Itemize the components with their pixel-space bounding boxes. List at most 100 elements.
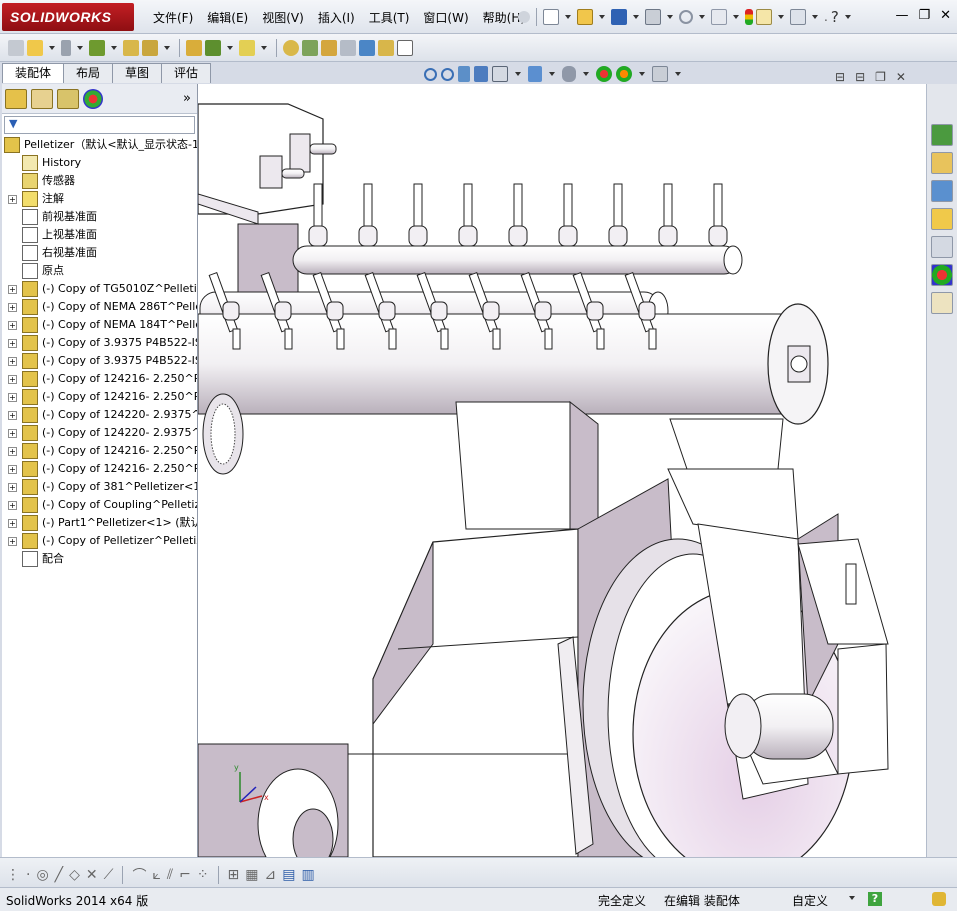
expand-icon[interactable]: + (8, 357, 17, 366)
filter-field[interactable]: ▼ (4, 116, 195, 134)
zoom-to-area-icon[interactable] (441, 67, 454, 81)
reference-geometry-icon[interactable] (239, 40, 255, 56)
rebuild-icon[interactable] (745, 9, 753, 25)
tab-assembly[interactable]: 装配体 (2, 63, 65, 83)
menu-window[interactable]: 窗口(W) (416, 9, 475, 27)
menu-view[interactable]: 视图(V) (255, 9, 311, 27)
expand-panel-icon[interactable]: » (183, 91, 191, 106)
instant3d-icon[interactable] (359, 40, 375, 56)
file-explorer-icon[interactable] (931, 208, 953, 230)
expand-icon[interactable]: + (8, 339, 17, 348)
expand-icon[interactable]: + (8, 321, 17, 330)
restore-document-icon[interactable]: ❐ (875, 70, 886, 84)
feature-tree-item[interactable]: + (-) Copy of 124216- 2.250^Pell (2, 370, 197, 388)
fillet-icon[interactable]: ⌒ (132, 865, 146, 885)
tag-icon[interactable] (932, 892, 946, 906)
feature-tree-tab-icon[interactable] (5, 88, 27, 109)
property-manager-tab-icon[interactable] (31, 88, 53, 109)
feature-tree-item[interactable]: + 注解 (2, 190, 197, 208)
units-selector[interactable]: 自定义 (792, 892, 828, 909)
menu-edit[interactable]: 编辑(E) (200, 9, 255, 27)
new-part-icon[interactable] (27, 40, 43, 56)
feature-tree-item[interactable]: + (-) Copy of 124216- 2.250^Pell (2, 388, 197, 406)
undo-icon[interactable] (679, 10, 693, 24)
sheet-icon[interactable]: ▥ (301, 867, 314, 883)
expand-icon[interactable]: + (8, 285, 17, 294)
relation-icon[interactable]: ⊿ (265, 867, 277, 883)
section-view-icon[interactable] (474, 66, 488, 82)
feature-tree-item[interactable]: + (-) Copy of 381^Pelletizer<1> ( (2, 478, 197, 496)
feature-tree-item[interactable]: + (-) Copy of 3.9375 P4B522-ISA (2, 334, 197, 352)
display-manager-tab-icon[interactable] (83, 88, 103, 109)
feature-tree-item[interactable]: + (-) Copy of NEMA 184T^Pelletiz (2, 316, 197, 334)
feature-tree-item[interactable]: + (-) Copy of Coupling^Pelletizer< (2, 496, 197, 514)
feature-tree-item[interactable]: 配合 (2, 550, 197, 568)
take-snapshot-icon[interactable] (397, 40, 413, 56)
close-button[interactable]: ✕ (940, 8, 951, 23)
edit-appearance-icon[interactable] (616, 66, 632, 82)
units-dropdown-icon[interactable] (849, 896, 855, 900)
open-icon[interactable] (577, 9, 593, 25)
more-dots[interactable]: . (824, 10, 828, 24)
feature-tree-item[interactable]: History (2, 154, 197, 172)
tab-layout[interactable]: 布局 (63, 63, 114, 83)
close-document-icon[interactable]: ✕ (896, 70, 906, 84)
grid-icon[interactable]: ▦ (245, 867, 258, 883)
offset-icon[interactable]: ⫽ (167, 867, 173, 883)
expand-icon[interactable]: + (8, 375, 17, 384)
options-icon[interactable] (790, 9, 806, 25)
new-motion-study-icon[interactable] (283, 40, 299, 56)
split-vertical-icon[interactable]: ⊟ (855, 70, 865, 84)
expand-icon[interactable]: + (8, 519, 17, 528)
insert-component-icon[interactable] (8, 40, 24, 56)
chamfer-icon[interactable]: ⟀ (152, 867, 160, 883)
expand-icon[interactable]: + (8, 303, 17, 312)
zoom-to-fit-icon[interactable] (424, 67, 437, 81)
select-icon[interactable] (711, 9, 727, 25)
expand-icon[interactable]: + (8, 501, 17, 510)
feature-tree-item[interactable]: + (-) Part1^Pelletizer<1> (默认< (2, 514, 197, 532)
assembly-features-icon[interactable] (205, 40, 221, 56)
expand-icon[interactable]: + (8, 429, 17, 438)
custom-properties-icon[interactable] (931, 292, 953, 314)
show-hidden-icon[interactable] (186, 40, 202, 56)
paperclip-icon[interactable] (61, 40, 71, 56)
save-icon[interactable] (611, 9, 627, 25)
feature-tree-item[interactable]: + (-) Copy of TG5010Z^Pelletizer< (2, 280, 197, 298)
feature-tree-item[interactable]: + (-) Copy of 124216- 2.250^Pell (2, 442, 197, 460)
display-style-icon[interactable] (562, 66, 576, 82)
feature-tree-item[interactable]: 原点 (2, 262, 197, 280)
feature-tree-item[interactable]: + (-) Copy of 124220- 2.9375^Pe (2, 424, 197, 442)
expand-icon[interactable]: + (8, 195, 17, 204)
new-document-icon[interactable] (543, 9, 559, 25)
dynamic-annotation-icon[interactable] (492, 66, 508, 82)
circle-icon[interactable]: ◎ (36, 867, 48, 883)
view-orientation-icon[interactable] (528, 66, 542, 82)
expand-icon[interactable]: + (8, 465, 17, 474)
feature-tree-root[interactable]: Pelletizer（默认<默认_显示状态-1 (2, 136, 197, 154)
design-library-icon[interactable] (931, 180, 953, 202)
table-icon[interactable]: ▤ (282, 867, 295, 883)
menu-tools[interactable]: 工具(T) (362, 9, 417, 27)
dimension-icon[interactable]: ⊞ (228, 867, 240, 883)
feature-tree-item[interactable]: 前视基准面 (2, 208, 197, 226)
expand-icon[interactable]: + (8, 483, 17, 492)
move-component-icon[interactable] (142, 40, 158, 56)
line-icon[interactable]: ╱ (55, 867, 63, 883)
graphics-area[interactable]: y x (198, 84, 926, 857)
feature-tree-item[interactable]: + (-) Copy of Pelletizer^Pelletizer_ (2, 532, 197, 550)
configuration-manager-tab-icon[interactable] (57, 88, 79, 109)
tab-sketch[interactable]: 草图 (112, 63, 163, 83)
expand-icon[interactable]: + (8, 411, 17, 420)
update-speedpak-icon[interactable] (378, 40, 394, 56)
extend-icon[interactable]: ⟋ (104, 867, 114, 883)
help-status-icon[interactable]: ? (868, 892, 882, 906)
expand-icon[interactable]: + (8, 393, 17, 402)
feature-tree-item[interactable]: 传感器 (2, 172, 197, 190)
menu-insert[interactable]: 插入(I) (311, 9, 362, 27)
feature-tree-item[interactable]: 右视基准面 (2, 244, 197, 262)
hide-show-items-icon[interactable] (596, 66, 612, 82)
feature-tree-item[interactable]: + (-) Copy of 124220- 2.9375^Pe (2, 406, 197, 424)
home-icon[interactable] (931, 152, 953, 174)
pin-icon[interactable] (518, 11, 530, 23)
